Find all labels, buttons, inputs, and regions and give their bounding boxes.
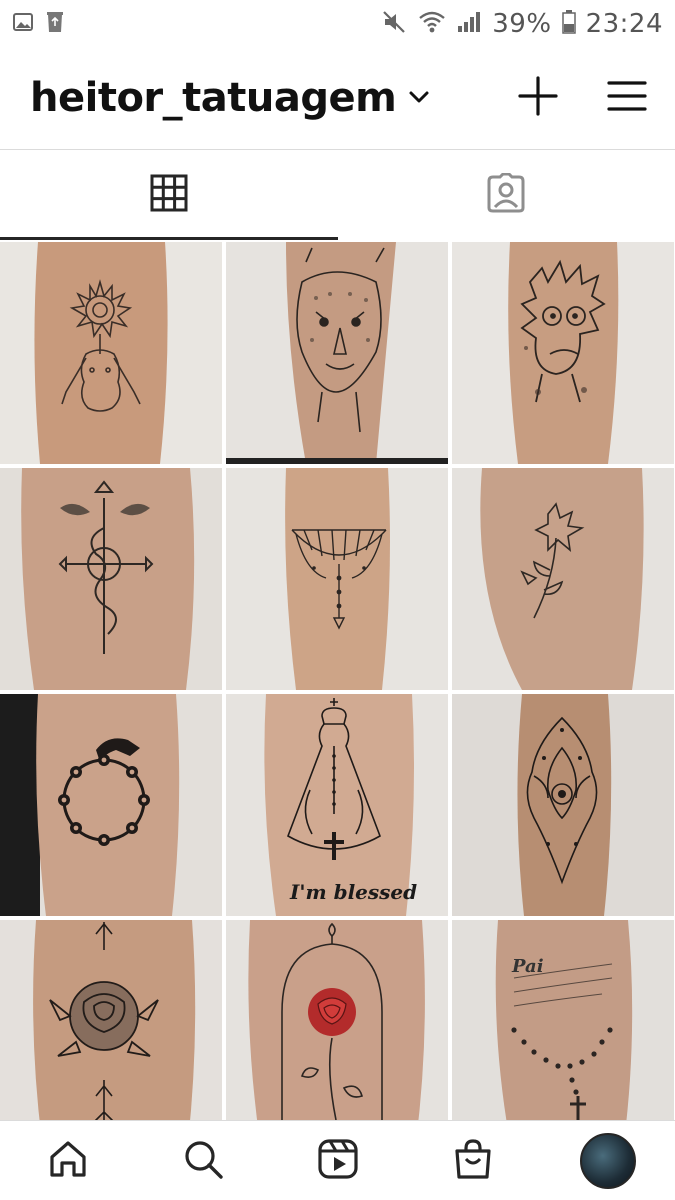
post-caption: I'm blessed	[290, 880, 418, 904]
post-thumbnail-sunflower-woman[interactable]	[0, 242, 222, 464]
grid-icon[interactable]	[150, 174, 188, 216]
post-thumbnail-lily[interactable]	[452, 468, 674, 690]
mute-icon	[382, 10, 408, 38]
account-switcher[interactable]: heitor_tatuagem	[30, 75, 517, 121]
profile-avatar[interactable]	[579, 1132, 636, 1189]
gallery-notification-icon	[12, 11, 34, 37]
lotus-mandala-tattoo-icon	[452, 694, 674, 916]
sunflower-woman-tattoo-icon	[0, 242, 222, 464]
alchemy-cross-tattoo-icon	[0, 468, 222, 690]
lily-flower-tattoo-icon	[452, 468, 674, 690]
post-thumbnail-rosary[interactable]: Pai	[452, 920, 674, 1142]
grid-tab[interactable]	[0, 150, 338, 240]
status-bar: 39% 23:24	[0, 0, 675, 48]
battery-percent: 39%	[492, 9, 552, 39]
tagged-tab[interactable]	[338, 150, 675, 240]
chevron-down-icon[interactable]	[408, 89, 430, 108]
nav-home[interactable]	[38, 1131, 98, 1191]
wifi-icon	[418, 10, 446, 38]
rose-bell-jar-tattoo-icon	[226, 920, 448, 1142]
status-right: 39% 23:24	[382, 9, 663, 39]
search-icon[interactable]	[181, 1137, 225, 1185]
rosary-tattoo-icon	[452, 920, 674, 1142]
shop-icon[interactable]	[451, 1137, 495, 1185]
tagged-person-icon[interactable]	[485, 172, 527, 217]
cartoon-face-tattoo-icon	[452, 242, 674, 464]
signal-icon	[456, 10, 482, 38]
post-thumbnail-lion[interactable]	[226, 242, 448, 464]
post-thumbnail-rose-arrows[interactable]	[0, 920, 222, 1142]
post-thumbnail-our-lady[interactable]: I'm blessed	[226, 694, 448, 916]
nav-reels[interactable]	[308, 1131, 368, 1191]
post-thumbnail-cartoon[interactable]	[452, 242, 674, 464]
battery-icon	[561, 10, 576, 38]
posts-grid: I'm blessed Pai	[0, 242, 675, 1142]
reels-icon[interactable]	[316, 1137, 360, 1185]
mandala-tattoo-icon	[226, 468, 448, 690]
lion-tattoo-icon	[226, 242, 448, 464]
home-icon[interactable]	[46, 1137, 90, 1185]
bottom-navigation	[0, 1120, 675, 1200]
nav-shop[interactable]	[443, 1131, 503, 1191]
header-actions	[517, 75, 647, 121]
post-thumbnail-alchemy-cross[interactable]	[0, 468, 222, 690]
clock: 23:24	[585, 9, 663, 39]
profile-tabs	[0, 150, 675, 240]
hamburger-menu-icon[interactable]	[607, 81, 647, 117]
nav-profile[interactable]	[578, 1131, 638, 1191]
username[interactable]: heitor_tatuagem	[30, 75, 397, 121]
nav-search[interactable]	[173, 1131, 233, 1191]
post-thumbnail-dragon-ring[interactable]	[0, 694, 222, 916]
plus-icon[interactable]	[517, 76, 559, 121]
recycle-notification-icon	[44, 10, 66, 38]
profile-header: heitor_tatuagem	[0, 48, 675, 148]
post-caption: Pai	[512, 956, 544, 977]
dragon-ring-tattoo-icon	[0, 694, 222, 916]
rose-arrows-tattoo-icon	[0, 920, 222, 1142]
post-thumbnail-lotus-mandala[interactable]	[452, 694, 674, 916]
post-thumbnail-rose-bell-jar[interactable]	[226, 920, 448, 1142]
new-post-button[interactable]	[517, 75, 559, 121]
menu-button[interactable]	[607, 79, 647, 117]
post-thumbnail-mandala[interactable]	[226, 468, 448, 690]
status-left	[12, 10, 66, 38]
